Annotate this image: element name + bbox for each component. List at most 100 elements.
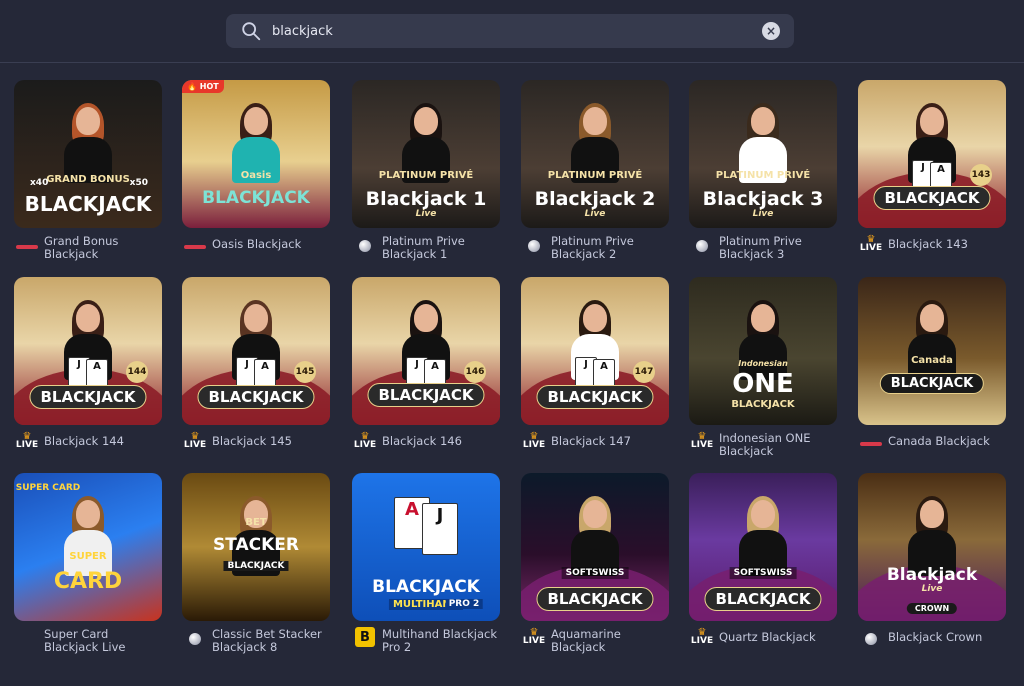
- game-title[interactable]: Blackjack 145: [212, 429, 292, 448]
- game-thumbnail[interactable]: PLATINUM PRIVÉ Live Blackjack 3: [689, 80, 837, 228]
- game-title[interactable]: Platinum Prive Blackjack 2: [551, 232, 634, 260]
- game-label[interactable]: ♛ LIVE Quartz Blackjack: [689, 625, 837, 649]
- game-title-line: Blackjack: [44, 246, 99, 261]
- spin-provider-icon: [182, 625, 208, 649]
- game-thumbnail[interactable]: GRAND BONUS BLACKJACK x40 x50: [14, 80, 162, 228]
- game-thumbnail[interactable]: Oasis BLACKJACK 🔥 HOT: [182, 80, 330, 228]
- game-thumbnail[interactable]: J A 147 BLACKJACK: [521, 277, 669, 425]
- search-bar[interactable]: blackjack ×: [226, 14, 794, 48]
- game-title[interactable]: Blackjack 147: [551, 429, 631, 448]
- game-title[interactable]: Platinum Prive Blackjack 1: [382, 232, 465, 260]
- thumbnail-title: BLACKJACK: [29, 385, 147, 409]
- game-title[interactable]: Quartz Blackjack: [719, 625, 816, 644]
- game-thumbnail[interactable]: SOFTSWISS BLACKJACK: [521, 473, 669, 621]
- live-provider-icon: ♛ LIVE: [15, 431, 39, 450]
- thumbnail-subtitle: PLATINUM PRIVÉ: [715, 170, 811, 181]
- game-label[interactable]: ♛ LIVE Indonesian ONE Blackjack: [689, 429, 837, 457]
- thumbnail-title: Blackjack 2: [534, 188, 656, 210]
- dealer-figure: [739, 102, 787, 183]
- game-title[interactable]: Oasis Blackjack: [212, 232, 301, 251]
- game-title[interactable]: Classic Bet Stacker Blackjack 8: [212, 625, 322, 653]
- game-thumbnail[interactable]: Canada BLACKJACK: [858, 277, 1006, 425]
- game-thumbnail[interactable]: BET BLACKJACK STACKER: [182, 473, 330, 621]
- game-title-line: Quartz Blackjack: [719, 630, 816, 644]
- thumbnail-title: Blackjack: [886, 565, 978, 585]
- game-title[interactable]: Blackjack 143: [888, 232, 968, 251]
- game-thumbnail[interactable]: PLATINUM PRIVÉ Live Blackjack 2: [521, 80, 669, 228]
- game-title-line: Canada Blackjack: [888, 434, 990, 448]
- thumbnail-title: BLACKJACK: [704, 587, 822, 611]
- game-thumbnail[interactable]: J A 145 BLACKJACK: [182, 277, 330, 425]
- game-title-line: Pro 2: [382, 639, 412, 654]
- thumbnail-tag: BLACKJACK: [223, 561, 289, 571]
- game-label[interactable]: ♛ LIVE Blackjack 144: [14, 429, 162, 453]
- thumbnail-title: BLACKJACK: [536, 587, 654, 611]
- game-title[interactable]: Blackjack 146: [382, 429, 462, 448]
- game-thumbnail[interactable]: BLACKJACK Indonesian ONE: [689, 277, 837, 425]
- game-title[interactable]: Aquamarine Blackjack: [551, 625, 621, 653]
- thumbnail-title: BLACKJACK: [24, 192, 152, 216]
- thumbnail-subtitle: SUPER: [69, 551, 107, 562]
- thumbnail-tag: Live: [415, 209, 437, 219]
- thumbnail-title: BLACKJACK: [873, 186, 991, 210]
- game-title[interactable]: Platinum Prive Blackjack 3: [719, 232, 802, 260]
- close-icon[interactable]: ×: [762, 22, 780, 40]
- multiplier-right: x50: [129, 178, 148, 188]
- bgaming-provider-icon: B: [352, 625, 378, 649]
- game-title-line: Platinum Prive: [382, 234, 465, 248]
- game-thumbnail[interactable]: PLATINUM PRIVÉ Live Blackjack 1: [352, 80, 500, 228]
- thumbnail-title: CARD: [53, 569, 123, 594]
- thumbnail-title: STACKER: [212, 535, 300, 555]
- table-number-badge: 146: [464, 361, 486, 383]
- game-label[interactable]: ♛ LIVE Blackjack 145: [182, 429, 330, 453]
- game-title[interactable]: Blackjack Crown: [888, 625, 982, 644]
- game-label[interactable]: Platinum Prive Blackjack 2: [521, 232, 669, 260]
- thumbnail-tag: Indonesian: [738, 359, 788, 368]
- game-thumbnail[interactable]: A J MULTIHAND PRO 2 BLACKJACK: [352, 473, 500, 621]
- game-label[interactable]: ♛ LIVE Aquamarine Blackjack: [521, 625, 669, 653]
- search-input[interactable]: blackjack: [272, 24, 762, 39]
- game-label[interactable]: B Multihand Blackjack Pro 2: [352, 625, 500, 653]
- game-thumbnail[interactable]: J A 143 BLACKJACK: [858, 80, 1006, 228]
- game-label[interactable]: ♛ LIVE Blackjack 147: [521, 429, 669, 453]
- game-label[interactable]: ♛ LIVE Blackjack 146: [352, 429, 500, 453]
- game-thumbnail[interactable]: SOFTSWISS BLACKJACK: [689, 473, 837, 621]
- search-icon: [242, 22, 261, 41]
- game-title[interactable]: Indonesian ONE Blackjack: [719, 429, 810, 457]
- game-label[interactable]: Oasis Blackjack: [182, 232, 330, 256]
- thumbnail-title: BLACKJACK: [372, 577, 480, 597]
- game-title-line: Blackjack 147: [551, 434, 631, 448]
- dealer-figure: [402, 102, 450, 183]
- spin-provider-icon: [521, 232, 547, 256]
- live-provider-icon: ♛ LIVE: [522, 431, 546, 450]
- game-thumbnail[interactable]: CROWN Live Blackjack: [858, 473, 1006, 621]
- game-label[interactable]: Blackjack Crown: [858, 625, 1006, 649]
- cards-icon: JA: [234, 357, 278, 389]
- thumbnail-title: BLACKJACK: [202, 188, 310, 208]
- game-title-line: Blackjack 1: [382, 246, 448, 261]
- game-title-line: Blackjack: [719, 443, 774, 458]
- game-thumbnail[interactable]: J A 144 BLACKJACK: [14, 277, 162, 425]
- game-title-line: Oasis Blackjack: [212, 237, 302, 251]
- thumbnail-subtitle: PLATINUM PRIVÉ: [378, 170, 474, 181]
- dealer-figure: [232, 102, 280, 183]
- live-provider-icon: ♛ LIVE: [690, 431, 714, 450]
- game-label[interactable]: Super Card Blackjack Live: [14, 625, 162, 653]
- thumbnail-subtitle: SOFTSWISS: [729, 567, 797, 579]
- game-thumbnail[interactable]: SUPER SUPER CARD CARD: [14, 473, 162, 621]
- game-thumbnail[interactable]: J A 146 BLACKJACK: [352, 277, 500, 425]
- game-label[interactable]: Grand Bonus Blackjack: [14, 232, 162, 260]
- game-label[interactable]: Classic Bet Stacker Blackjack 8: [182, 625, 330, 653]
- game-title[interactable]: Multihand Blackjack Pro 2: [382, 625, 497, 653]
- game-title[interactable]: Canada Blackjack: [888, 429, 990, 448]
- game-label[interactable]: Platinum Prive Blackjack 3: [689, 232, 837, 260]
- game-label[interactable]: Platinum Prive Blackjack 1: [352, 232, 500, 260]
- game-title[interactable]: Blackjack 144: [44, 429, 124, 448]
- thumbnail-subtitle: PLATINUM PRIVÉ: [547, 170, 643, 181]
- game-label[interactable]: Canada Blackjack: [858, 429, 1006, 453]
- thumbnail-title: Blackjack 3: [702, 188, 824, 210]
- game-title[interactable]: Grand Bonus Blackjack: [44, 232, 118, 260]
- game-label[interactable]: ♛ LIVE Blackjack 143: [858, 232, 1006, 256]
- evolution-provider-icon: [182, 232, 208, 256]
- game-title[interactable]: Super Card Blackjack Live: [44, 625, 125, 653]
